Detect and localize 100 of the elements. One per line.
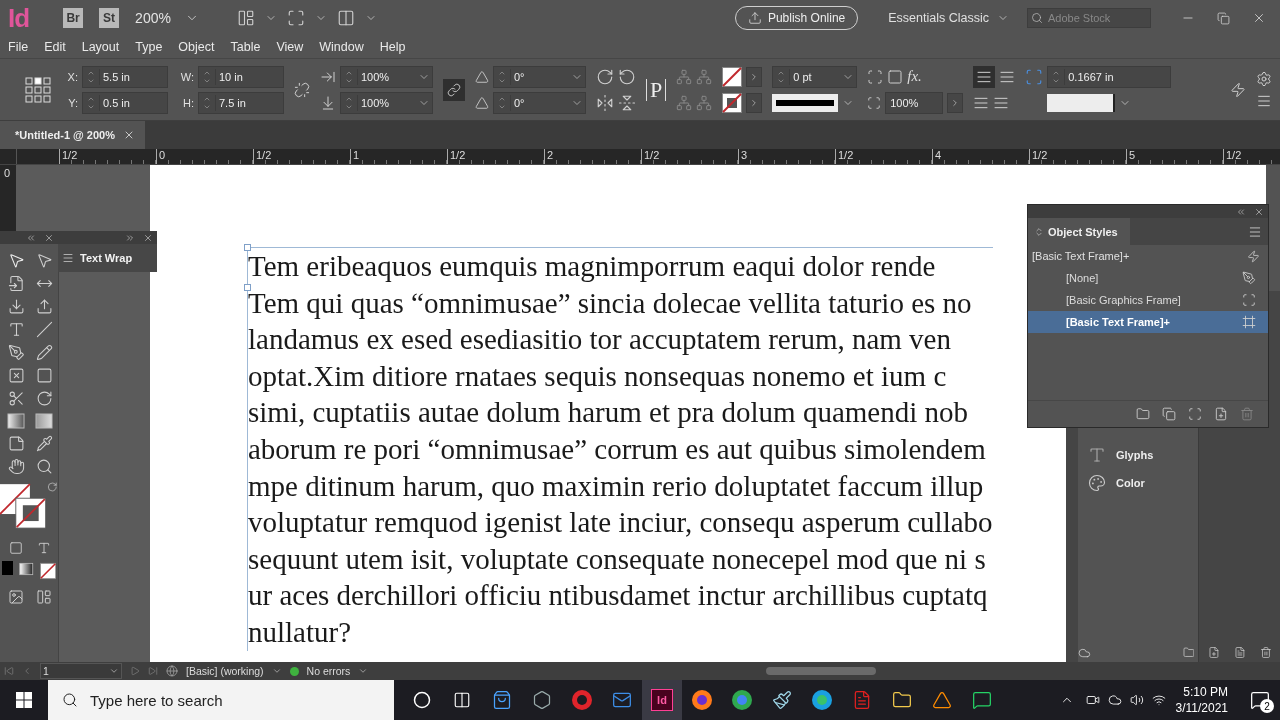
indesign-button[interactable]: Id: [642, 680, 682, 720]
eyedropper-tool-icon[interactable]: [35, 435, 53, 452]
frame-fitting-icon[interactable]: [867, 68, 884, 85]
taskbar-search-field[interactable]: Type here to search: [48, 680, 394, 720]
scissors-tool-icon[interactable]: [7, 390, 25, 407]
style-list-item[interactable]: [Basic Text Frame]+: [1028, 311, 1268, 333]
expand-collapse-icon[interactable]: [1034, 226, 1044, 237]
close-icon[interactable]: [44, 232, 54, 243]
grip-icon[interactable]: [62, 252, 74, 264]
position-field[interactable]: 0.5 in: [82, 91, 168, 114]
restore-icon[interactable]: [1217, 11, 1230, 25]
text-wrap-tab[interactable]: Text Wrap: [58, 244, 157, 272]
zoom-level[interactable]: 200%: [135, 10, 176, 26]
lightning-icon[interactable]: [1247, 249, 1260, 263]
next-page-icon[interactable]: [130, 666, 140, 676]
menu-item[interactable]: Layout: [73, 40, 128, 54]
cone-icon[interactable]: [932, 690, 952, 710]
lightning-icon[interactable]: [1230, 81, 1246, 98]
flip-vertical-icon[interactable]: [618, 93, 636, 112]
apply-none-icon[interactable]: [39, 561, 56, 581]
task-view-icon[interactable]: [453, 691, 471, 709]
close-icon[interactable]: [123, 129, 135, 141]
cloud-icon[interactable]: [1107, 693, 1122, 707]
workspace-switcher[interactable]: Essentials Classic: [880, 11, 1017, 25]
frame-handle[interactable]: [244, 284, 251, 291]
flip-horizontal-icon[interactable]: [596, 93, 614, 112]
menu-item[interactable]: View: [268, 40, 312, 54]
scrollbar-thumb[interactable]: [766, 667, 877, 675]
hand-tool-icon[interactable]: [7, 458, 25, 475]
chrome-icon[interactable]: [731, 689, 753, 711]
collapse-icon[interactable]: [26, 232, 36, 243]
angle-field[interactable]: 0°: [493, 65, 586, 88]
size-field[interactable]: 10 in: [198, 65, 284, 88]
pdf-icon[interactable]: [852, 690, 872, 710]
expand-icon[interactable]: [125, 232, 135, 243]
upload-icon[interactable]: [747, 11, 762, 25]
settings-icon[interactable]: [1256, 70, 1272, 87]
close-icon[interactable]: [1252, 11, 1266, 25]
opacity-field[interactable]: 100%: [885, 91, 944, 114]
page-tool-icon[interactable]: [7, 275, 25, 292]
menu-item[interactable]: Window: [311, 40, 372, 54]
gradient-swatch-tool-icon[interactable]: [7, 413, 25, 429]
volume-icon[interactable]: [1129, 693, 1144, 707]
brush-icon[interactable]: [772, 690, 792, 710]
new-style-icon[interactable]: [1214, 407, 1228, 421]
panel-menu-icon[interactable]: [1248, 224, 1262, 239]
apply-gradient-icon[interactable]: [19, 561, 34, 577]
close-icon[interactable]: [1254, 206, 1264, 217]
close-icon[interactable]: [143, 232, 153, 243]
shopping-bag-icon[interactable]: [492, 690, 512, 710]
direct-selection-tool-icon[interactable]: [35, 252, 53, 269]
frame-handle[interactable]: [244, 244, 251, 251]
pen-tool-icon[interactable]: [7, 344, 25, 361]
chat-icon[interactable]: [972, 690, 992, 710]
line-tool-icon[interactable]: [35, 321, 53, 338]
dropdown-icon[interactable]: [109, 666, 119, 676]
style-list-item[interactable]: [Basic Graphics Frame]: [1028, 289, 1268, 311]
type-tool-icon[interactable]: [7, 321, 25, 338]
page-icon[interactable]: [1234, 646, 1247, 659]
menu-item[interactable]: File: [0, 40, 37, 54]
page-number-field[interactable]: 1: [40, 663, 122, 679]
scale-field[interactable]: 100%: [340, 65, 433, 88]
scale-field[interactable]: 100%: [340, 91, 433, 114]
effects-label[interactable]: fx.: [907, 68, 922, 85]
size-field[interactable]: 7.5 in: [198, 91, 284, 114]
inset-icon[interactable]: [1025, 67, 1044, 86]
trash-icon[interactable]: [1260, 646, 1272, 659]
rectangle-tool-icon[interactable]: [35, 367, 53, 384]
drop-shadow-icon[interactable]: [887, 68, 904, 85]
screen-mode-icon[interactable]: [287, 9, 306, 27]
trash-icon[interactable]: [1240, 407, 1254, 421]
selection-tool-icon[interactable]: [7, 252, 25, 269]
dock-panel-button[interactable]: Glyphs: [1078, 445, 1198, 465]
rectangle-frame-tool-icon[interactable]: [7, 367, 25, 384]
text-frame[interactable]: [247, 247, 993, 651]
search-icon[interactable]: [62, 692, 78, 708]
swap-icon[interactable]: [47, 481, 58, 493]
mail-icon[interactable]: [612, 690, 632, 710]
gradient-feather-tool-icon[interactable]: [35, 413, 53, 429]
app-icon[interactable]: [532, 690, 552, 710]
scale-y-icon[interactable]: [320, 94, 336, 111]
zoom-tool-icon[interactable]: [35, 458, 53, 475]
first-page-icon[interactable]: [4, 666, 14, 676]
menu-item[interactable]: Edit: [36, 40, 74, 54]
new-item-icon[interactable]: [1208, 646, 1221, 659]
menu-item[interactable]: Table: [222, 40, 269, 54]
dropdown-icon[interactable]: [271, 666, 282, 676]
folder-icon[interactable]: [892, 690, 912, 710]
object-style-swatch[interactable]: [1047, 93, 1116, 112]
rotate-counterclockwise-icon[interactable]: [618, 67, 636, 86]
note-tool-icon[interactable]: [7, 435, 25, 452]
document-tab[interactable]: *Untitled-1 @ 200%: [0, 121, 145, 149]
apply-color-icon[interactable]: [2, 561, 14, 575]
angle-field[interactable]: 0°: [493, 91, 586, 114]
reference-point-icon[interactable]: [24, 75, 52, 104]
constrain-proportions-icon[interactable]: [294, 81, 310, 98]
view-options-icon[interactable]: [237, 9, 256, 27]
stock-search-field[interactable]: Adobe Stock: [1027, 8, 1151, 28]
clock[interactable]: 5:10 PM 3/11/2021: [1175, 684, 1228, 716]
stock-button[interactable]: St: [99, 8, 120, 28]
